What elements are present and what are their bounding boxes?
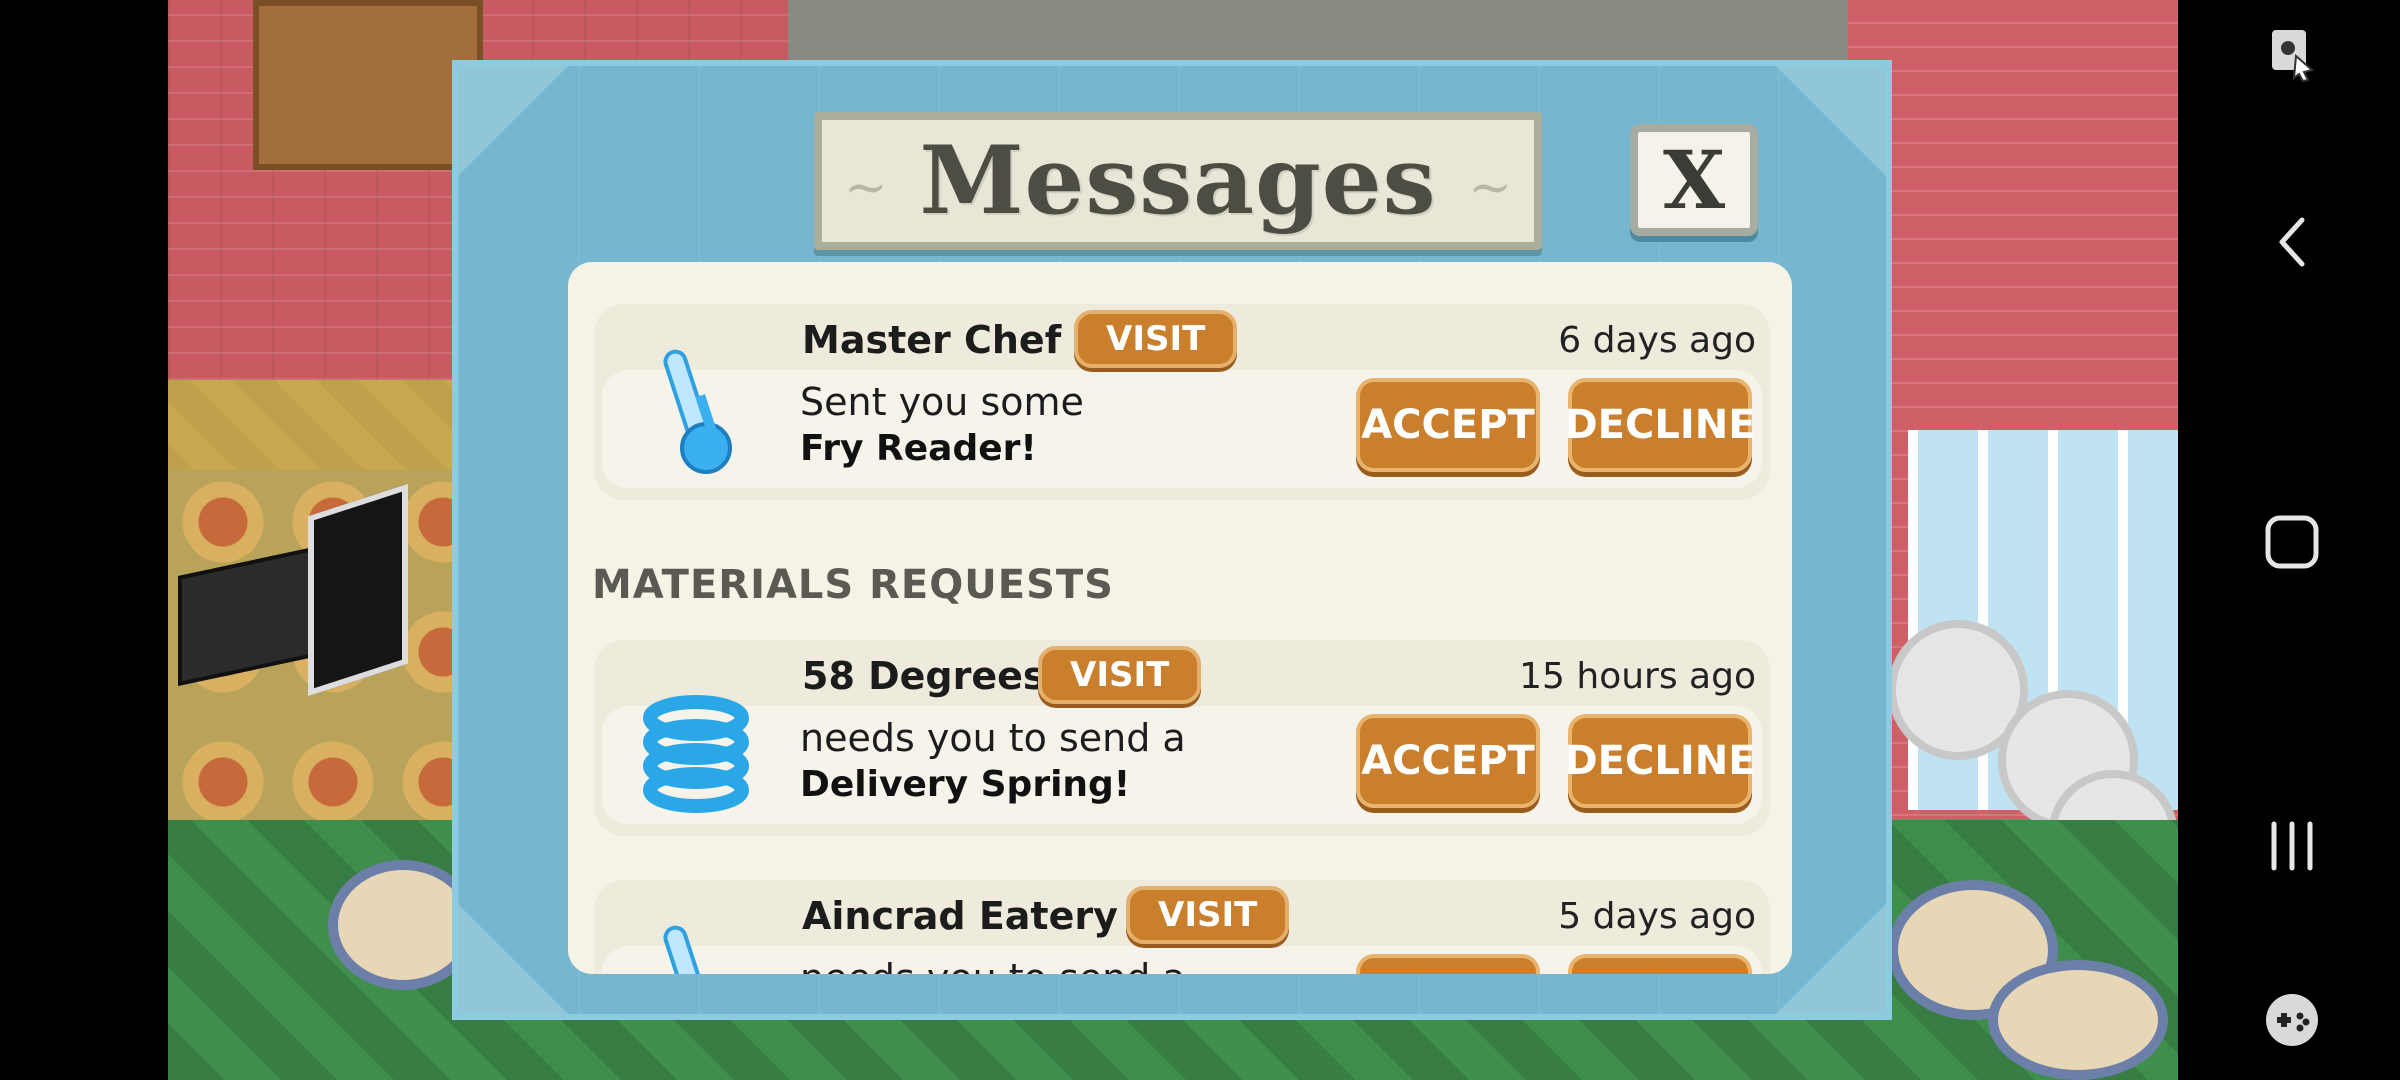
frame-corner: [1776, 904, 1886, 1014]
pizza-sign-decoration: [308, 483, 408, 697]
accept-button[interactable]: ACCEPT: [1356, 378, 1540, 472]
messages-dialog: ~ Messages ~ X Master Chef VISIT 6 days …: [452, 60, 1892, 1020]
back-icon: [2279, 217, 2305, 267]
close-button[interactable]: X: [1630, 124, 1758, 236]
close-icon: X: [1662, 133, 1726, 227]
back-button[interactable]: [2264, 214, 2320, 270]
game-launcher-icon: [2266, 994, 2318, 1046]
item-name: Fry Reader!: [800, 428, 1037, 469]
section-title: MATERIALS REQUESTS: [592, 562, 1114, 608]
dialog-title: Messages: [919, 126, 1437, 236]
accept-button[interactable]: ACCEPT: [1356, 714, 1540, 808]
decline-button[interactable]: [1568, 954, 1752, 974]
dialog-title-plate: ~ Messages ~: [814, 112, 1542, 250]
recents-icon: [2271, 821, 2313, 871]
swirl-ornament-icon: ~: [844, 158, 888, 218]
message-time: 15 hours ago: [1519, 656, 1756, 697]
screen-capture-icon: [2272, 30, 2315, 82]
message-text: needs you to send a: [800, 716, 1186, 760]
message-card: Master Chef VISIT 6 days ago Sent you so…: [594, 304, 1770, 500]
message-card: Aincrad Eatery VISIT 5 days ago needs yo…: [594, 880, 1770, 974]
item-name: Delivery Spring!: [800, 764, 1131, 805]
android-navigation-bar: [2178, 0, 2400, 1080]
accept-button[interactable]: [1356, 954, 1540, 974]
message-text: needs you to send a: [800, 956, 1186, 974]
recents-button[interactable]: [2264, 818, 2320, 874]
home-button[interactable]: [2264, 514, 2320, 570]
thermometer-icon: [663, 925, 709, 974]
frame-corner: [458, 904, 568, 1014]
visit-button[interactable]: VISIT: [1126, 886, 1290, 944]
sender-name: 58 Degrees: [802, 654, 1046, 698]
visit-button[interactable]: VISIT: [1074, 310, 1238, 368]
home-icon: [2265, 515, 2319, 569]
food-plate[interactable]: [1988, 960, 2168, 1080]
messages-list[interactable]: Master Chef VISIT 6 days ago Sent you so…: [568, 262, 1792, 974]
spring-icon: [643, 695, 749, 813]
decline-button[interactable]: DECLINE: [1564, 378, 1756, 472]
message-card: 58 Degrees VISIT 15 hours ago needs you …: [594, 640, 1770, 836]
screen-capture-button[interactable]: [2264, 26, 2320, 82]
message-text: Sent you some: [800, 380, 1084, 424]
vegetable-crate: [253, 0, 483, 170]
message-time: 5 days ago: [1558, 896, 1756, 937]
decline-button[interactable]: DECLINE: [1564, 714, 1756, 808]
swirl-ornament-icon: ~: [1468, 158, 1512, 218]
game-launcher-button[interactable]: [2264, 992, 2320, 1048]
sender-name: Master Chef: [802, 318, 1062, 362]
message-time: 6 days ago: [1558, 320, 1756, 361]
screen: ~ Messages ~ X Master Chef VISIT 6 days …: [0, 0, 2400, 1080]
thermometer-icon: [663, 349, 732, 474]
sender-name: Aincrad Eatery: [802, 894, 1118, 938]
frame-corner: [1776, 66, 1886, 176]
frame-corner: [458, 66, 568, 176]
visit-button[interactable]: VISIT: [1038, 646, 1202, 704]
